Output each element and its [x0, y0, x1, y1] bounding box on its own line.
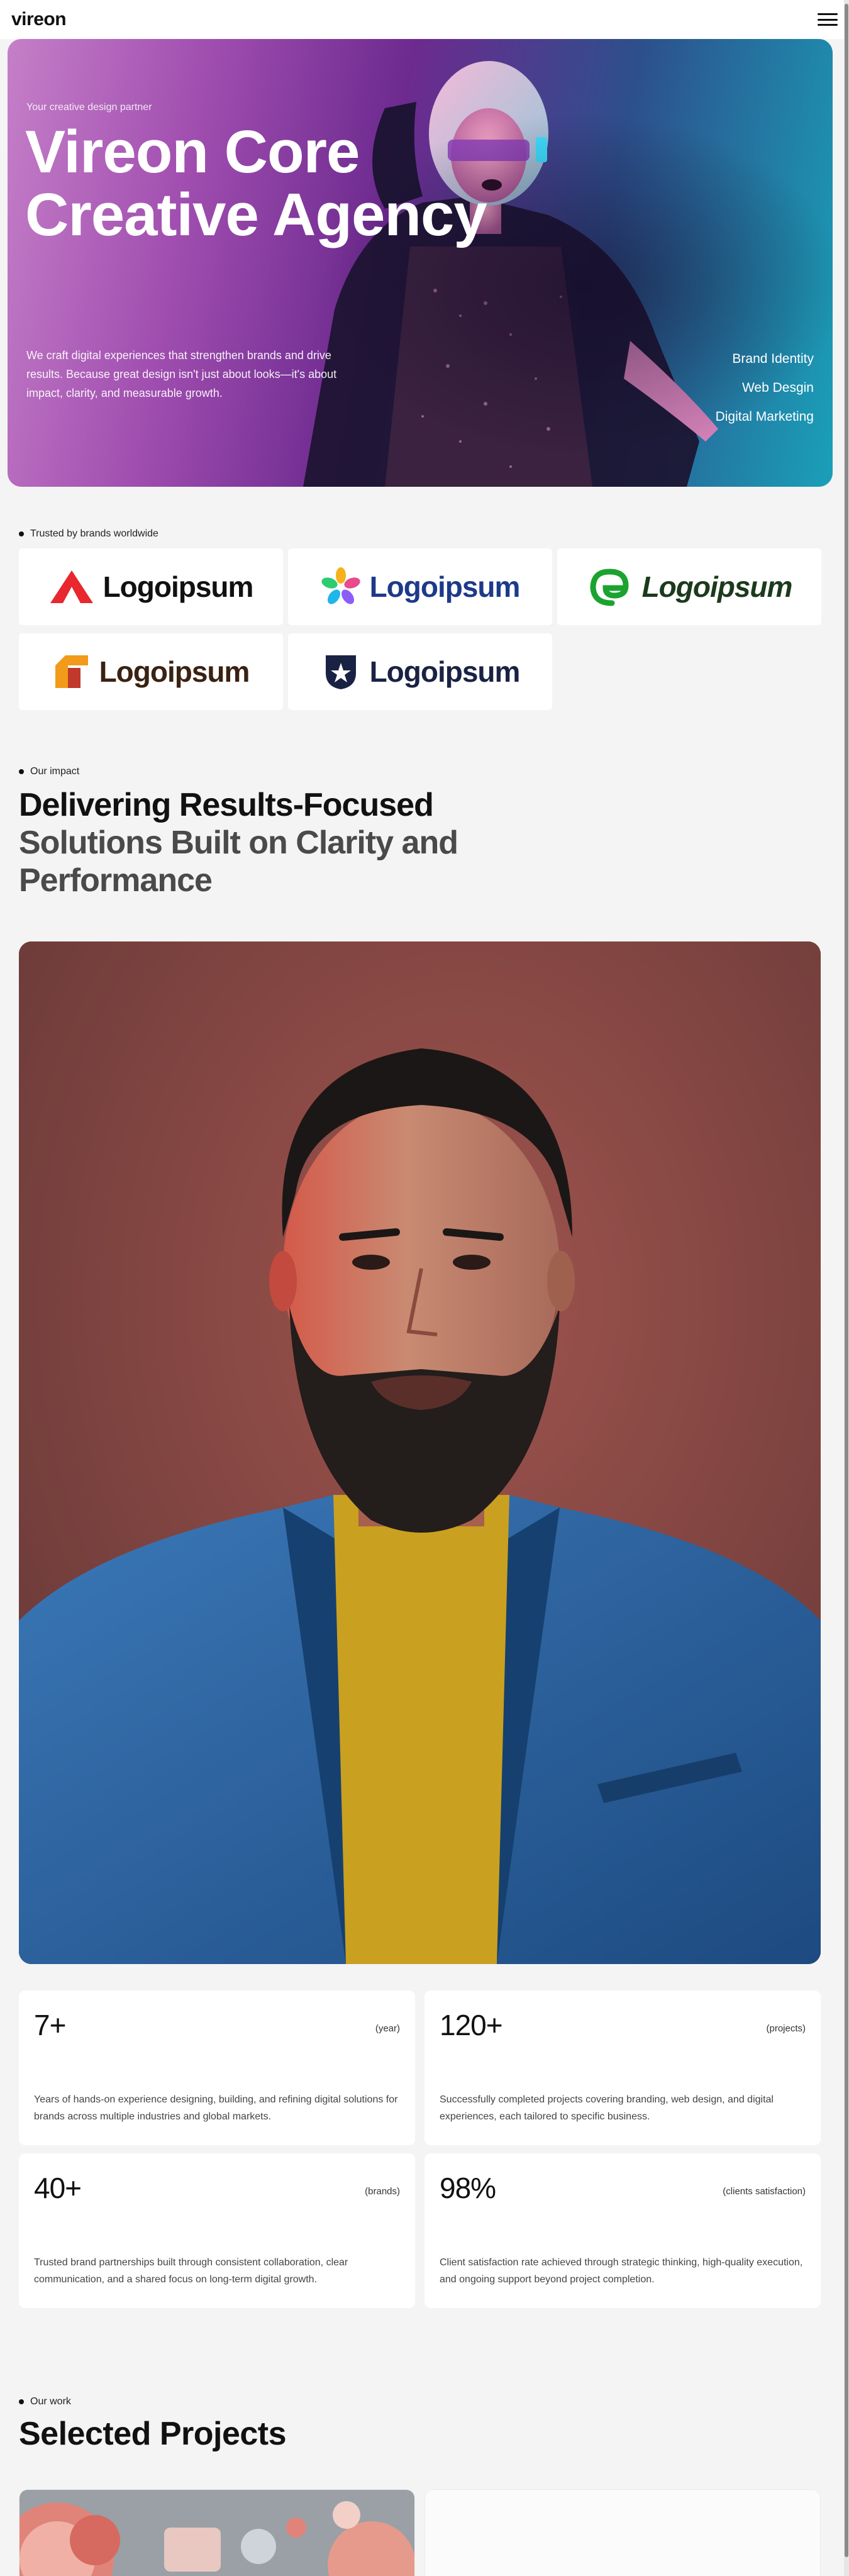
stat-tag: (year) [375, 2023, 400, 2034]
impact-heading-line1: Delivering Results-Focused [19, 787, 434, 823]
project-card-2[interactable] [425, 2489, 821, 2576]
stat-description: Years of hands-on experience designing, … [34, 2094, 398, 2122]
stat-description: Successfully completed projects covering… [440, 2094, 774, 2122]
stat-value: 7+ [34, 2009, 66, 2041]
stat-value: 98% [440, 2172, 496, 2204]
service-link-digital-marketing[interactable]: Digital Marketing [716, 402, 814, 431]
red-triangle-mark-icon [50, 570, 93, 603]
client-logo-4[interactable]: Logoipsum [19, 633, 283, 710]
green-swirl-icon [590, 569, 629, 606]
impact-heading-line2: Solutions Built on Clarity and [19, 824, 458, 861]
orange-block-mark-icon [55, 655, 88, 688]
bullet-dot-icon [19, 769, 24, 774]
service-link-brand-identity[interactable]: Brand Identity [716, 345, 814, 374]
stat-description: Trusted brand partnerships built through… [34, 2257, 348, 2285]
hero-title-line1: Vireon Core [25, 118, 360, 186]
client-logo-1[interactable]: Logoipsum [19, 548, 283, 625]
impact-label: Our impact [19, 766, 79, 777]
service-link-web-design[interactable]: Web Desgin [716, 374, 814, 402]
work-label: Our work [19, 2396, 71, 2407]
client-logo-3[interactable]: Logoipsum [557, 548, 821, 625]
stat-card-years: 7+ (year) Years of hands-on experience d… [19, 1990, 415, 2145]
stat-value: 120+ [440, 2009, 503, 2041]
stat-tag: (brands) [365, 2186, 400, 2197]
impact-heading-line3: Performance [19, 862, 213, 899]
project-card-1[interactable] [19, 2489, 415, 2576]
hero-services-list: Brand Identity Web Desgin Digital Market… [716, 345, 814, 431]
stat-description: Client satisfaction rate achieved throug… [440, 2257, 803, 2285]
stat-value: 40+ [34, 2172, 82, 2204]
project-thumbnail-image [19, 2490, 414, 2576]
stat-tag: (projects) [766, 2023, 806, 2034]
stat-card-satisfaction: 98% (clients satisfaction) Client satisf… [425, 2153, 821, 2308]
hamburger-menu-icon[interactable] [818, 11, 838, 28]
hero-banner: Your creative design partner Vireon Core… [8, 39, 833, 487]
page-scrollbar[interactable] [844, 0, 849, 2576]
star-shield-icon [325, 655, 356, 689]
client-logo-2[interactable]: Logoipsum [288, 548, 552, 625]
work-heading: Selected Projects [19, 2416, 287, 2452]
stat-tag: (clients satisfaction) [723, 2186, 806, 2197]
bearded-man-illustration [19, 941, 821, 1964]
client-logo-5[interactable]: Logoipsum [288, 633, 552, 710]
trusted-label: Trusted by brands worldwide [19, 528, 158, 540]
stat-card-projects: 120+ (projects) Successfully completed p… [425, 1990, 821, 2145]
brand-logo[interactable]: vireon [11, 9, 67, 30]
site-header: vireon [0, 0, 849, 39]
hero-description: We craft digital experiences that streng… [26, 349, 337, 399]
hero-title: Vireon Core Creative Agency [25, 121, 591, 247]
impact-heading: Delivering Results-Focused Solutions Bui… [19, 786, 497, 899]
stat-card-brands: 40+ (brands) Trusted brand partnerships … [19, 2153, 415, 2308]
bullet-dot-icon [19, 2399, 24, 2404]
scrollbar-thumb[interactable] [845, 4, 848, 2557]
bullet-dot-icon [19, 531, 24, 536]
team-portrait-image [19, 941, 821, 1964]
hero-title-line2: Creative Agency [25, 181, 487, 248]
pinwheel-flower-icon [321, 567, 360, 604]
hero-kicker: Your creative design partner [26, 102, 152, 113]
